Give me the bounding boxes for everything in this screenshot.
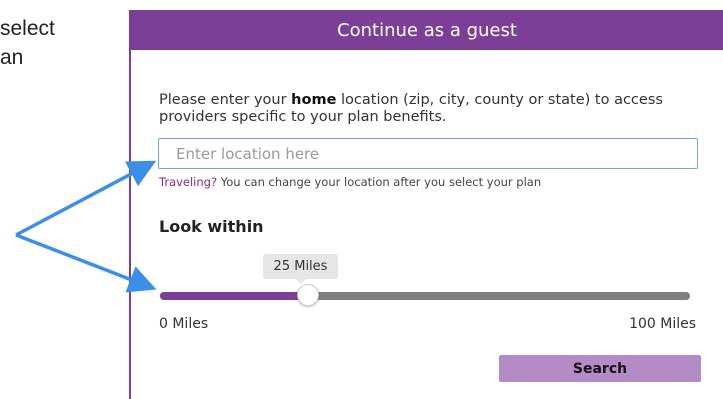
- annotation-arrows: [15, 160, 157, 293]
- arrow-to-distance-slider: [15, 233, 157, 293]
- arrow-to-location-input: [15, 160, 157, 237]
